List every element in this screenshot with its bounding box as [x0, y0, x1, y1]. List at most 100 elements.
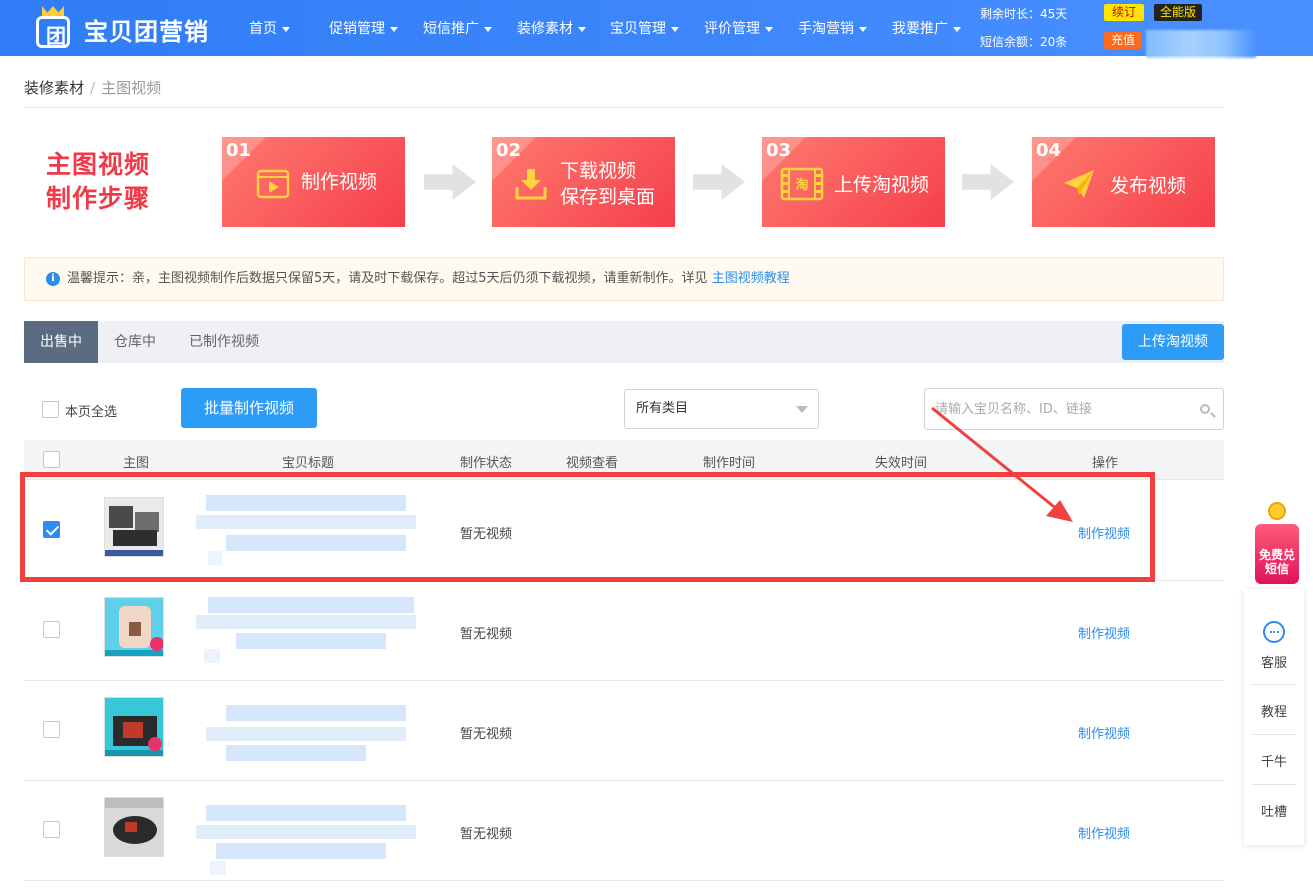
batch-make-video-button[interactable]: 批量制作视频	[181, 388, 317, 428]
side-feedback[interactable]: 吐槽	[1252, 801, 1296, 820]
step-1-card: 01 制作视频	[222, 137, 405, 227]
film-taobao-icon: 淘	[780, 167, 824, 201]
product-thumbnail[interactable]	[104, 697, 164, 757]
nav-reviews[interactable]: 评价管理	[704, 18, 773, 38]
make-video-link[interactable]: 制作视频	[1078, 623, 1130, 642]
search-input[interactable]	[935, 399, 1185, 419]
side-qianniu[interactable]: 千牛	[1252, 751, 1296, 770]
select-all-label[interactable]: 本页全选	[65, 401, 117, 420]
step-2-card: 02 下载视频 保存到桌面	[492, 137, 675, 227]
blurred-product-title[interactable]	[196, 793, 431, 875]
row-checkbox[interactable]	[43, 721, 60, 738]
category-select[interactable]: 所有类目	[624, 389, 819, 429]
video-status: 暂无视频	[460, 627, 513, 642]
table-row: 暂无视频 制作视频	[24, 781, 1224, 881]
chevron-down-icon	[390, 26, 398, 32]
logo-icon[interactable]: 团	[34, 6, 74, 50]
product-thumbnail[interactable]	[104, 497, 164, 557]
step-4-card: 04 发布视频	[1032, 137, 1215, 227]
blurred-product-title[interactable]	[196, 593, 431, 663]
nav-sms[interactable]: 短信推广	[423, 18, 492, 38]
nav-promotion[interactable]: 促销管理	[329, 18, 398, 38]
category-selected-value: 所有类目	[636, 401, 689, 416]
chevron-down-icon	[859, 26, 867, 32]
tab-bar: 出售中 仓库中 已制作视频	[24, 321, 1224, 363]
tutorial-link[interactable]: 主图视频教程	[712, 271, 790, 286]
table-header: 主图 宝贝标题 制作状态 视频查看 制作时间 失效时间 操作	[24, 440, 1224, 480]
nav-advertise[interactable]: 我要推广	[892, 18, 961, 38]
recharge-button[interactable]: 充值	[1104, 32, 1142, 49]
blurred-product-title[interactable]	[196, 693, 431, 763]
chevron-down-icon	[484, 26, 492, 32]
video-status: 暂无视频	[460, 827, 513, 842]
product-thumbnail[interactable]	[104, 797, 164, 857]
promo-label: 免费兑	[1258, 548, 1295, 562]
make-video-link[interactable]: 制作视频	[1078, 723, 1130, 742]
tab-on-sale[interactable]: 出售中	[24, 321, 98, 363]
customer-service-icon[interactable]	[1263, 621, 1285, 643]
step-number: 03	[766, 140, 792, 161]
breadcrumb: 装修素材 / 主图视频	[24, 77, 161, 98]
chevron-down-icon	[671, 26, 679, 32]
logo-char: 团	[46, 24, 66, 48]
row-checkbox[interactable]	[43, 621, 60, 638]
play-video-icon	[256, 169, 290, 199]
breadcrumb-separator: /	[90, 79, 96, 97]
promo-label: 短信	[1264, 562, 1289, 576]
video-status: 暂无视频	[460, 527, 513, 542]
step-3-card: 03 淘 上传淘视频	[762, 137, 945, 227]
table-row: 暂无视频 制作视频	[24, 581, 1224, 681]
row-checkbox[interactable]	[43, 521, 60, 538]
nav-home[interactable]: 首页	[249, 18, 290, 38]
breadcrumb-parent[interactable]: 装修素材	[24, 79, 84, 97]
step-sublabel: 保存到桌面	[560, 186, 656, 208]
search-icon[interactable]	[1200, 404, 1210, 414]
nav-items[interactable]: 宝贝管理	[610, 18, 679, 38]
info-icon: i	[46, 272, 60, 286]
step-label: 发布视频	[1110, 175, 1187, 197]
table-row: 暂无视频 制作视频	[24, 481, 1224, 581]
taobao-char: 淘	[795, 177, 808, 193]
tip-banner: i 温馨提示：亲，主图视频制作后数据只保留5天，请及时下载保存。超过5天后仍须下…	[24, 257, 1224, 301]
search-box	[924, 388, 1224, 430]
dropdown-arrow-icon	[796, 406, 808, 413]
select-all-checkbox[interactable]	[42, 401, 59, 418]
column-header: 主图	[123, 456, 150, 471]
column-header: 视频查看	[566, 456, 619, 471]
side-tutorial[interactable]: 教程	[1252, 701, 1296, 720]
row-checkbox[interactable]	[43, 821, 60, 838]
chevron-down-icon	[953, 26, 961, 32]
free-sms-promo[interactable]: 免费兑 短信	[1242, 500, 1306, 586]
remaining-time: 剩余时长：45天	[980, 7, 1068, 21]
side-customer-service[interactable]: 客服	[1252, 652, 1296, 671]
table-row	[24, 881, 1224, 891]
renew-button[interactable]: 续订	[1104, 4, 1144, 21]
right-arrow-icon	[693, 164, 745, 200]
blurred-username[interactable]	[1146, 30, 1256, 58]
sms-balance: 短信余额：20条	[980, 35, 1068, 49]
step-label: 下载视频	[560, 160, 637, 182]
chevron-down-icon	[578, 26, 586, 32]
make-video-link[interactable]: 制作视频	[1078, 823, 1130, 842]
chevron-down-icon	[282, 26, 290, 32]
tip-text: 温馨提示：亲，主图视频制作后数据只保留5天，请及时下载保存。超过5天后仍须下载视…	[67, 271, 712, 286]
tab-made-videos[interactable]: 已制作视频	[174, 321, 274, 363]
nav-decoration[interactable]: 装修素材	[517, 18, 586, 38]
divider	[24, 107, 1224, 108]
make-video-link[interactable]: 制作视频	[1078, 523, 1130, 542]
coin-icon	[1268, 502, 1286, 520]
nav-mobile-marketing[interactable]: 手淘营销	[798, 18, 867, 38]
tab-in-warehouse[interactable]: 仓库中	[98, 321, 172, 363]
download-icon	[515, 169, 547, 200]
upload-taobao-video-button[interactable]: 上传淘视频	[1122, 324, 1224, 360]
side-menu: 客服 教程 千牛 吐槽	[1244, 589, 1304, 845]
column-header: 制作状态	[460, 456, 513, 471]
product-thumbnail[interactable]	[104, 597, 164, 657]
brand-name[interactable]: 宝贝团营销	[84, 12, 209, 47]
column-header: 宝贝标题	[282, 456, 335, 471]
step-label: 制作视频	[301, 171, 378, 193]
header-checkbox[interactable]	[43, 451, 60, 468]
blurred-product-title[interactable]	[196, 493, 431, 565]
right-arrow-icon	[962, 164, 1014, 200]
step-label: 上传淘视频	[834, 174, 930, 196]
